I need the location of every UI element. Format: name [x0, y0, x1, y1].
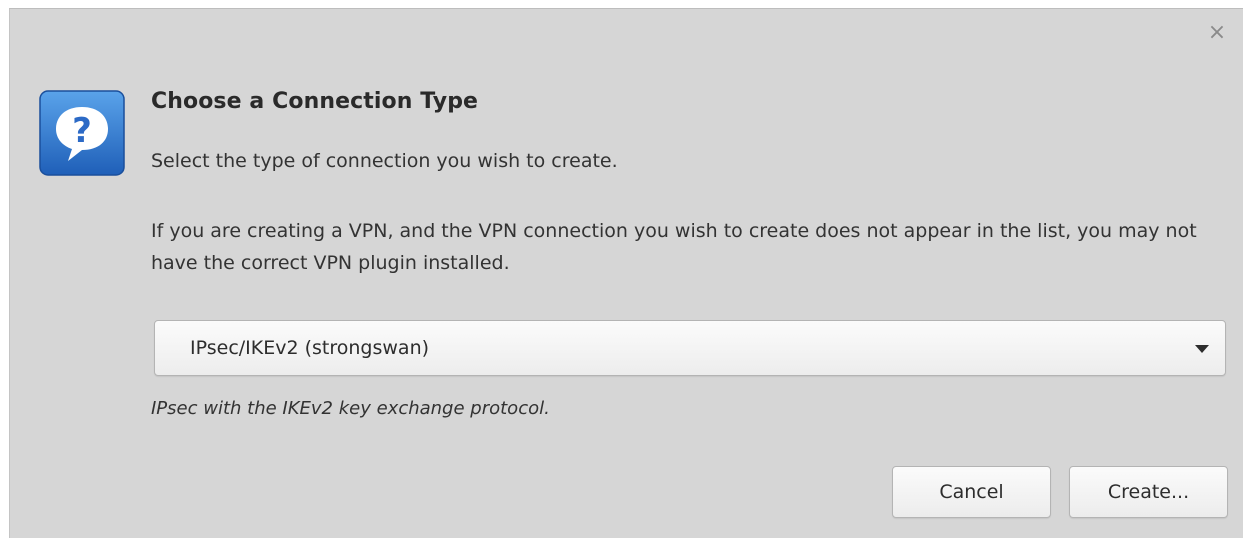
close-icon[interactable]: × [1207, 22, 1227, 44]
question-bubble-icon: ? [38, 89, 126, 177]
connection-type-description: IPsec with the IKEv2 key exchange protoc… [151, 398, 550, 419]
create-button[interactable]: Create... [1069, 466, 1228, 518]
dialog-subtitle: Select the type of connection you wish t… [151, 150, 618, 172]
choose-connection-type-dialog: × ? Choose a Connection Type Select the … [9, 8, 1243, 538]
svg-text:?: ? [72, 111, 92, 151]
cancel-button[interactable]: Cancel [892, 466, 1051, 518]
vpn-plugin-info: If you are creating a VPN, and the VPN c… [151, 220, 1197, 274]
chevron-down-icon [1195, 345, 1209, 353]
dialog-title: Choose a Connection Type [151, 89, 479, 114]
connection-type-dropdown[interactable]: IPsec/IKEv2 (strongswan) [154, 320, 1226, 376]
connection-type-selected: IPsec/IKEv2 (strongswan) [190, 337, 430, 359]
